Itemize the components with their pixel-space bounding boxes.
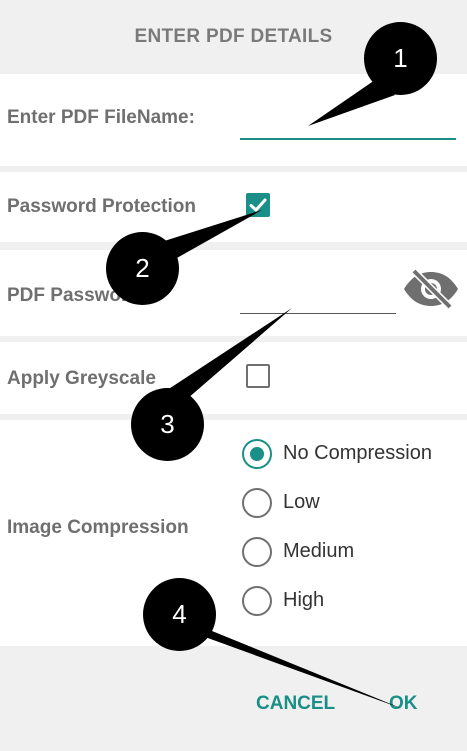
annotation-marker-1: 1 — [364, 22, 437, 95]
annotation-pointers — [155, 80, 403, 709]
annotation-marker-3: 3 — [131, 388, 204, 461]
annotation-marker-2: 2 — [106, 232, 179, 305]
pointer-4 — [190, 622, 403, 709]
annotation-marker-4: 4 — [143, 578, 216, 651]
